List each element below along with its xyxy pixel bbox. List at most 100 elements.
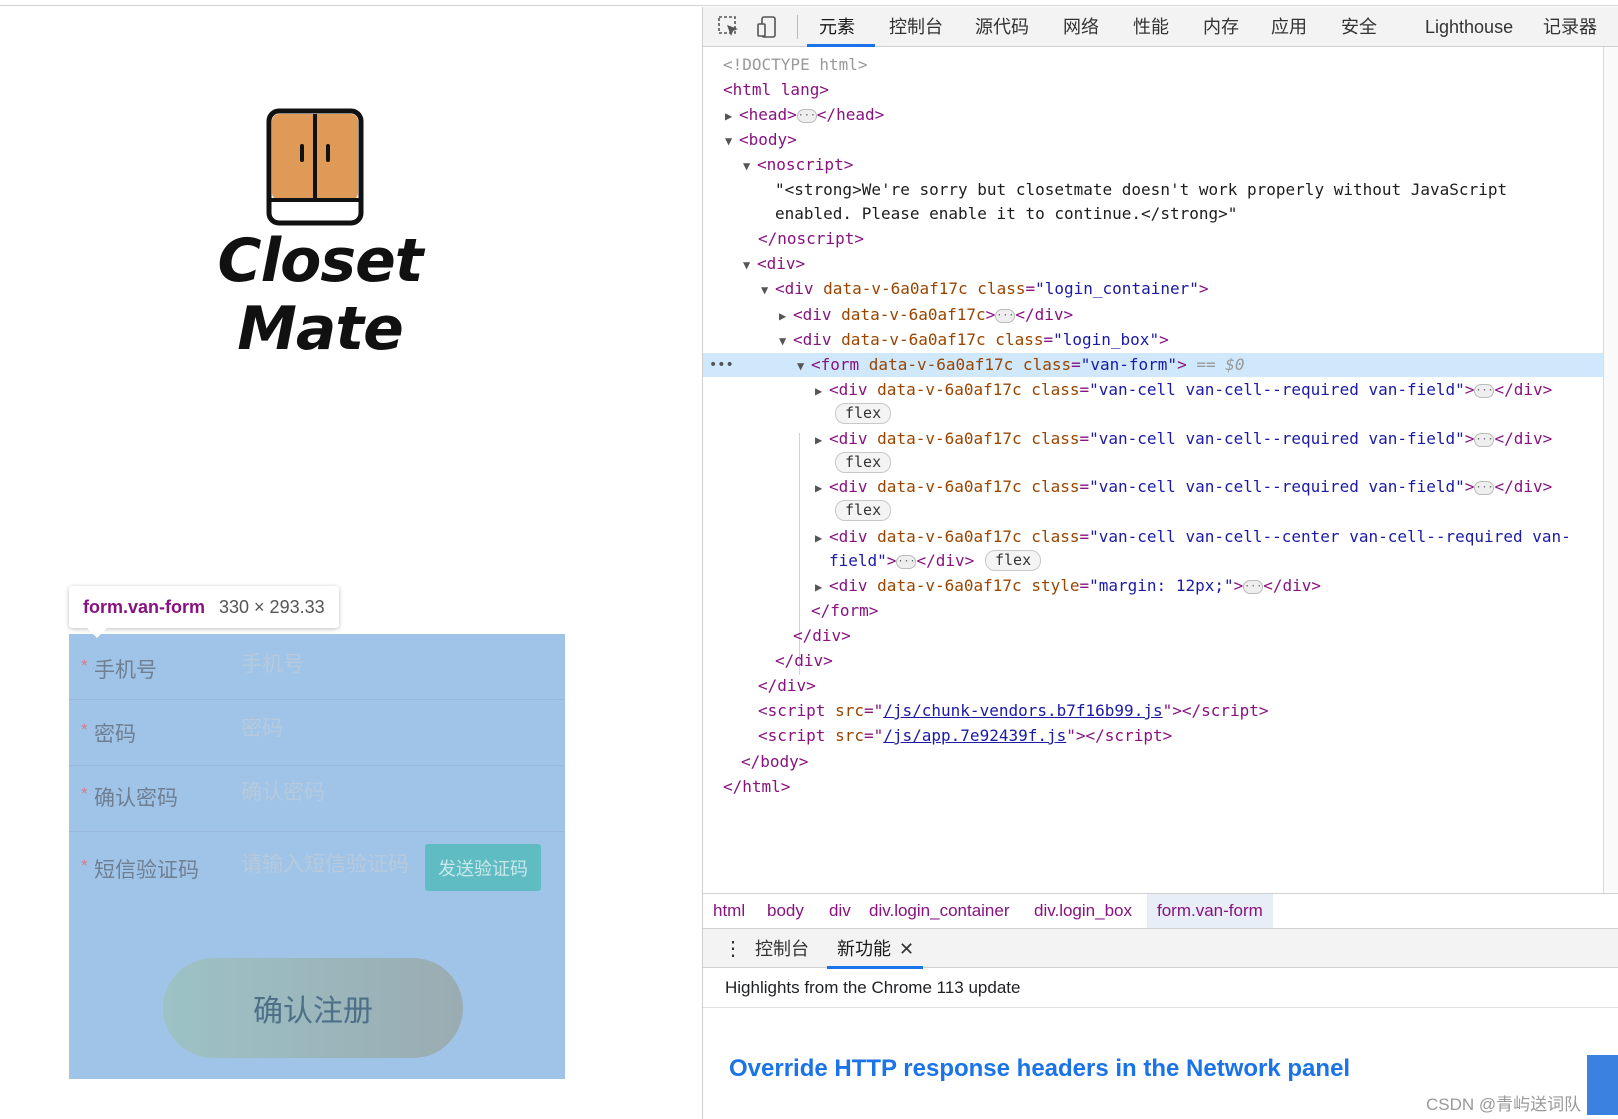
send-code-button[interactable]: 发送验证码 (425, 844, 541, 891)
tab-console[interactable]: 控制台 (889, 7, 943, 47)
breadcrumb-login-box[interactable]: div.login_box (1034, 894, 1132, 928)
breadcrumb-body[interactable]: body (767, 894, 804, 928)
ellipsis-icon[interactable]: ··· (896, 554, 917, 569)
tab-security[interactable]: 安全 (1341, 7, 1377, 47)
dom-node-html-close[interactable]: </html> (723, 775, 790, 799)
dom-node-child-div[interactable]: ▶ <div data-v-6a0af17c>···</div> (779, 303, 1073, 327)
dom-node-script-vendors[interactable]: <script src="/js/chunk-vendors.b7f16b99.… (758, 699, 1269, 723)
inspect-element-icon[interactable] (717, 15, 741, 39)
ellipsis-icon[interactable]: ··· (1474, 432, 1495, 447)
phone-field-row: * 手机号 (69, 634, 565, 700)
tab-performance[interactable]: 性能 (1133, 7, 1169, 47)
dom-node-div-close[interactable]: </div> (758, 674, 816, 698)
confirm-password-input[interactable] (241, 780, 421, 804)
expand-arrow-icon[interactable]: ▶ (815, 379, 829, 403)
collapse-arrow-icon[interactable]: ▼ (725, 129, 739, 153)
tab-memory[interactable]: 内存 (1203, 7, 1239, 47)
script-link[interactable]: /js/chunk-vendors.b7f16b99.js (883, 701, 1162, 720)
required-mark: * (81, 720, 88, 739)
phone-input[interactable] (241, 652, 421, 676)
breadcrumb-html[interactable]: html (713, 894, 745, 928)
ellipsis-icon[interactable]: ··· (995, 308, 1016, 323)
breadcrumb-login-container[interactable]: div.login_container (869, 894, 1010, 928)
tab-lighthouse[interactable]: Lighthouse (1425, 7, 1513, 47)
dom-node-body-close[interactable]: </body> (741, 750, 808, 774)
dom-node-login-box-close[interactable]: </div> (793, 624, 851, 648)
dom-text-noscript-1[interactable]: "<strong>We're sorry but closetmate does… (775, 178, 1507, 202)
dom-node-login-box[interactable]: ▼ <div data-v-6a0af17c class="login_box"> (779, 328, 1169, 352)
tab-network[interactable]: 网络 (1063, 7, 1099, 47)
dom-node-div[interactable]: ▼ <div> (743, 252, 805, 276)
tab-sources[interactable]: 源代码 (975, 7, 1029, 47)
confirm-register-button[interactable]: 确认注册 (163, 958, 463, 1058)
collapse-arrow-icon[interactable]: ▼ (743, 253, 757, 277)
toolbar-separator (797, 15, 798, 39)
tab-recorder[interactable]: 记录器 (1543, 7, 1597, 47)
sms-code-input[interactable] (241, 852, 419, 876)
dom-node-noscript[interactable]: ▼ <noscript> (743, 153, 853, 177)
dom-node-field-4-cont[interactable]: field">···</div> (829, 549, 974, 573)
dom-node-field-1[interactable]: ▶ <div data-v-6a0af17c class="van-cell va… (815, 378, 1552, 402)
whats-new-subtitle: Highlights from the Chrome 113 update (703, 968, 1618, 1008)
dom-node-field-2[interactable]: ▶ <div data-v-6a0af17c class="van-cell va… (815, 427, 1552, 451)
dom-node-head[interactable]: ▶ <head>···</head> (725, 103, 884, 127)
dom-node-login-container[interactable]: ▼ <div data-v-6a0af17c class="login_conta… (761, 277, 1209, 301)
expand-arrow-icon[interactable]: ▶ (815, 476, 829, 500)
whats-new-headline[interactable]: Override HTTP response headers in the Ne… (729, 1055, 1350, 1083)
device-toolbar-icon[interactable] (755, 15, 779, 39)
drawer-tab-whats-new[interactable]: 新功能 ✕ (837, 929, 914, 969)
tab-elements[interactable]: 元素 (819, 7, 855, 47)
styles-pane-edge[interactable] (1603, 47, 1618, 893)
dom-node-body[interactable]: ▼ <body> (725, 128, 797, 152)
dom-node-noscript-close[interactable]: </noscript> (758, 227, 864, 251)
drawer-menu-icon[interactable]: ⋮ (723, 929, 743, 969)
ellipsis-icon[interactable]: ··· (1243, 579, 1264, 594)
expand-arrow-icon[interactable]: ▶ (779, 304, 793, 328)
tooltip-element-size: 330 × 293.33 (219, 596, 325, 617)
dom-node-form-close[interactable]: </form> (811, 599, 878, 623)
required-mark: * (81, 784, 88, 803)
ellipsis-icon[interactable]: ··· (1474, 480, 1495, 495)
dom-node-script-app[interactable]: <script src="/js/app.7e92439f.js"></scri… (758, 724, 1172, 748)
confirm-password-field-row: * 确认密码 (69, 766, 565, 832)
tab-application[interactable]: 应用 (1271, 7, 1307, 47)
collapse-arrow-icon[interactable]: ▼ (797, 354, 811, 378)
flex-badge[interactable]: flex (985, 550, 1042, 571)
closet-logo-icon (266, 108, 364, 226)
password-input[interactable] (241, 716, 421, 740)
logo-wordmark: Closet Mate (200, 227, 440, 363)
expand-arrow-icon[interactable]: ▶ (815, 575, 829, 599)
dom-node-field-4[interactable]: ▶ <div data-v-6a0af17c class="van-cell va… (815, 525, 1571, 549)
flex-badge[interactable]: flex (835, 500, 892, 521)
dom-node-login-container-close[interactable]: </div> (775, 649, 833, 673)
more-options-icon[interactable]: ••• (709, 353, 734, 377)
script-link[interactable]: /js/app.7e92439f.js (883, 726, 1066, 745)
collapse-arrow-icon[interactable]: ▼ (779, 329, 793, 353)
inspect-tooltip: form.van-form 330 × 293.33 (69, 586, 339, 628)
browser-top-edge (0, 0, 1618, 6)
dom-text-noscript-2[interactable]: enabled. Please enable it to continue.</… (775, 202, 1237, 226)
breadcrumb-div[interactable]: div (829, 894, 851, 928)
collapse-arrow-icon[interactable]: ▼ (761, 278, 775, 302)
dom-node-html[interactable]: <html lang> (723, 78, 829, 102)
expand-arrow-icon[interactable]: ▶ (815, 526, 829, 550)
password-field-row: * 密码 (69, 700, 565, 766)
breadcrumb-van-form[interactable]: form.van-form (1147, 894, 1273, 928)
dom-node-field-3[interactable]: ▶ <div data-v-6a0af17c class="van-cell va… (815, 475, 1552, 499)
flex-badge[interactable]: flex (835, 403, 892, 424)
dom-node-van-form-selected[interactable]: ••• ▼ <form data-v-6a0af17c class="van-fo… (703, 353, 1603, 377)
expand-arrow-icon[interactable]: ▶ (815, 428, 829, 452)
dom-node-margin-div[interactable]: ▶ <div data-v-6a0af17c style="margin: 12p… (815, 574, 1321, 598)
flex-badge[interactable]: flex (835, 452, 892, 473)
collapse-arrow-icon[interactable]: ▼ (743, 154, 757, 178)
drawer-tab-console[interactable]: 控制台 (755, 929, 809, 969)
ellipsis-icon[interactable]: ··· (796, 108, 817, 123)
required-mark: * (81, 656, 88, 675)
dom-node-doctype[interactable]: <!DOCTYPE html> (723, 53, 868, 77)
expand-arrow-icon[interactable]: ▶ (725, 104, 739, 128)
confirm-password-label: 确认密码 (94, 787, 178, 810)
close-icon[interactable]: ✕ (899, 939, 914, 959)
ellipsis-icon[interactable]: ··· (1474, 383, 1495, 398)
devtools-toolbar: 元素 控制台 源代码 网络 性能 内存 应用 安全 Lighthouse 记录器 (703, 7, 1618, 47)
sms-code-label: 短信验证码 (94, 859, 199, 882)
